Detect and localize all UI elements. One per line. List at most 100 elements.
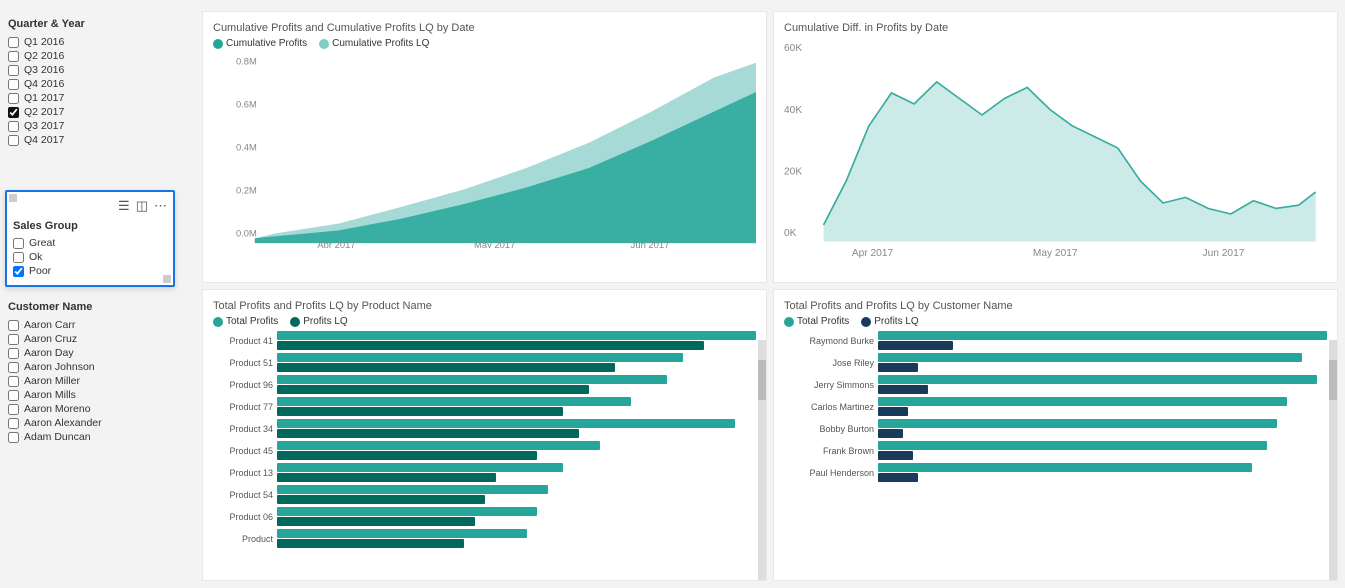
customer-bar-label: Paul Henderson: [784, 468, 874, 478]
product-bar-profits: [277, 331, 756, 340]
svg-text:May 2017: May 2017: [1033, 248, 1078, 258]
product-bar-profits: [277, 419, 735, 428]
quarter-item[interactable]: Q3 2017: [8, 120, 187, 132]
svg-text:Jun 2017: Jun 2017: [631, 240, 670, 248]
product-bar-row: Product 13: [213, 463, 756, 482]
sales-group-title: Sales Group: [13, 220, 167, 232]
product-bar-row: Product 51: [213, 353, 756, 372]
quarter-item[interactable]: Q1 2016: [8, 36, 187, 48]
sales-group-label: Great: [29, 237, 55, 249]
sales-group-item[interactable]: Poor: [13, 265, 167, 277]
resize-handle-br[interactable]: [163, 275, 171, 283]
customer-bar-lq: [878, 341, 953, 350]
product-bar-lq: [277, 429, 579, 438]
product-bar-row: Product: [213, 529, 756, 548]
product-bar-label: Product 34: [213, 424, 273, 434]
product-bar-row: Product 06: [213, 507, 756, 526]
customer-bar-row: Jerry Simmons: [784, 375, 1327, 394]
quarter-label: Q1 2017: [24, 92, 64, 104]
quarter-label: Q2 2016: [24, 50, 64, 62]
svg-text:0K: 0K: [784, 228, 797, 239]
product-scrollbar[interactable]: [758, 340, 766, 580]
customer-item[interactable]: Aaron Day: [8, 347, 187, 359]
customer-bar-track: [878, 375, 1327, 394]
customer-scroll-thumb[interactable]: [1329, 360, 1337, 400]
product-bar-track: [277, 375, 756, 394]
resize-handle-tl[interactable]: [9, 194, 17, 202]
cumulative-chart-title: Cumulative Profits and Cumulative Profit…: [213, 22, 756, 34]
customer-item[interactable]: Aaron Moreno: [8, 403, 187, 415]
product-bar-track: [277, 397, 756, 416]
cumulative-area-svg: 0.8M 0.6M 0.4M 0.2M 0.0M Apr 2017 May 20…: [213, 53, 756, 248]
legend-dot-lq: [319, 39, 329, 49]
legend-dot-customer-profits: [784, 317, 794, 327]
customer-bar-profits: [878, 441, 1267, 450]
customer-bar-profits: [878, 375, 1317, 384]
svg-text:Jun 2017: Jun 2017: [1203, 248, 1245, 258]
sales-group-item[interactable]: Great: [13, 237, 167, 249]
cumulative-diff-chart: Cumulative Diff. in Profits by Date 60K …: [773, 11, 1338, 283]
customer-item[interactable]: Adam Duncan: [8, 431, 187, 443]
product-bar-label: Product 54: [213, 490, 273, 500]
quarter-item[interactable]: Q2 2016: [8, 50, 187, 62]
customer-filter-title: Customer Name: [8, 301, 187, 313]
customer-bar-chart: Raymond BurkeJose RileyJerry SimmonsCarl…: [784, 331, 1327, 551]
product-bar-chart: Product 41Product 51Product 96Product 77…: [213, 331, 756, 551]
customer-item[interactable]: Aaron Mills: [8, 389, 187, 401]
customer-legend: Total Profits Profits LQ: [784, 316, 1327, 327]
customer-bar-row: Frank Brown: [784, 441, 1327, 460]
customer-label: Aaron Cruz: [24, 333, 77, 345]
customer-label: Aaron Alexander: [24, 417, 102, 429]
product-bar-label: Product 45: [213, 446, 273, 456]
legend-cumulative-profits: Cumulative Profits: [213, 38, 307, 49]
product-bar-track: [277, 419, 756, 438]
quarter-item[interactable]: Q4 2017: [8, 134, 187, 146]
legend-label-customer-profits: Total Profits: [797, 316, 849, 327]
customer-bar-label: Jerry Simmons: [784, 380, 874, 390]
svg-text:0.0M: 0.0M: [236, 229, 257, 239]
svg-text:40K: 40K: [784, 105, 802, 116]
svg-text:Apr 2017: Apr 2017: [317, 240, 355, 248]
quarter-item[interactable]: Q3 2016: [8, 64, 187, 76]
product-bar-profits: [277, 375, 667, 384]
customer-item[interactable]: Aaron Carr: [8, 319, 187, 331]
customer-bar-track: [878, 419, 1327, 438]
product-profits-chart: Total Profits and Profits LQ by Product …: [202, 289, 767, 581]
more-icon[interactable]: ⋯: [154, 198, 167, 214]
quarter-item[interactable]: Q4 2016: [8, 78, 187, 90]
quarter-item[interactable]: Q2 2017: [8, 106, 187, 118]
customer-bar-lq: [878, 473, 918, 482]
svg-text:0.2M: 0.2M: [236, 186, 257, 196]
customer-bar-track: [878, 397, 1327, 416]
customer-bar-profits: [878, 331, 1327, 340]
sidebar: Quarter & Year Q1 2016Q2 2016Q3 2016Q4 2…: [0, 0, 195, 588]
product-scroll-thumb[interactable]: [758, 360, 766, 400]
customer-bar-row: Raymond Burke: [784, 331, 1327, 350]
customer-scrollbar[interactable]: [1329, 340, 1337, 580]
menu-icon[interactable]: ☰: [118, 198, 130, 214]
product-bar-row: Product 34: [213, 419, 756, 438]
customer-bar-label: Carlos Martinez: [784, 402, 874, 412]
legend-dot-customer-lq: [861, 317, 871, 327]
product-chart-title: Total Profits and Profits LQ by Product …: [213, 300, 756, 312]
product-bar-row: Product 96: [213, 375, 756, 394]
sales-group-item[interactable]: Ok: [13, 251, 167, 263]
customer-item[interactable]: Aaron Miller: [8, 375, 187, 387]
customer-label: Aaron Moreno: [24, 403, 91, 415]
customer-item[interactable]: Aaron Alexander: [8, 417, 187, 429]
legend-dot-product-profits: [213, 317, 223, 327]
svg-text:60K: 60K: [784, 43, 802, 54]
customer-item[interactable]: Aaron Johnson: [8, 361, 187, 373]
product-bar-lq: [277, 363, 615, 372]
table-icon[interactable]: ◫: [136, 198, 148, 214]
quarter-item[interactable]: Q1 2017: [8, 92, 187, 104]
product-bar-track: [277, 331, 756, 350]
legend-label-profits: Cumulative Profits: [226, 38, 307, 49]
product-bar-label: Product 77: [213, 402, 273, 412]
customer-item[interactable]: Aaron Cruz: [8, 333, 187, 345]
customer-bar-row: Bobby Burton: [784, 419, 1327, 438]
product-bar-profits: [277, 529, 527, 538]
svg-text:0.4M: 0.4M: [236, 143, 257, 153]
product-bar-track: [277, 485, 756, 504]
customer-bar-lq: [878, 363, 918, 372]
